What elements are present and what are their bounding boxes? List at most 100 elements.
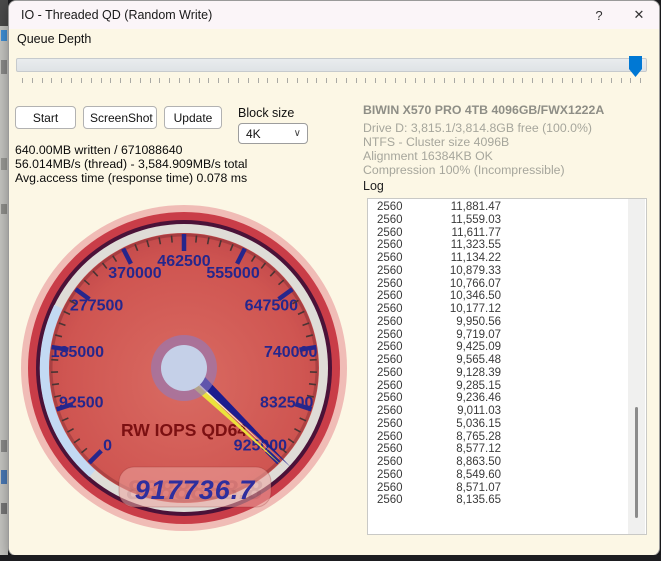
log-queue-depth: 2560: [377, 481, 403, 494]
drive-model: BIWIN X570 PRO 4TB 4096GB/FWX1222A: [363, 103, 605, 117]
log-row[interactable]: 2560 9,236.46: [368, 392, 628, 405]
log-row[interactable]: 2560 9,565.48: [368, 354, 628, 367]
background-window-edge: [0, 0, 8, 561]
queue-depth-slider-thumb[interactable]: [629, 56, 642, 77]
close-button[interactable]: ✕: [619, 1, 659, 29]
gauge-minor-tick: [308, 382, 317, 386]
title-bar: IO - Threaded QD (Random Write) ? ✕: [9, 1, 659, 29]
background-fragment: [0, 0, 8, 26]
log-queue-depth: 2560: [377, 277, 403, 290]
gauge-minor-tick: [51, 382, 60, 386]
log-iops-value: 11,881.47: [450, 201, 501, 213]
block-size-label: Block size: [238, 106, 295, 120]
log-label: Log: [363, 179, 384, 193]
log-iops-value: 8,863.50: [456, 456, 501, 468]
log-iops-value: 10,766.07: [449, 277, 501, 290]
log-iops-value: 8,549.60: [456, 468, 501, 481]
log-row[interactable]: 2560 9,285.15: [368, 380, 628, 393]
log-row[interactable]: 2560 11,611.77: [368, 227, 628, 240]
gauge-scale-label: 277500: [70, 298, 123, 315]
log-queue-depth: 2560: [377, 494, 403, 507]
log-queue-depth: 2560: [377, 430, 403, 443]
log-queue-depth: 2560: [377, 264, 403, 277]
log-iops-value: 11,323.55: [450, 239, 501, 252]
background-fragment: [1, 470, 7, 484]
gauge-minor-tick: [195, 235, 198, 243]
log-iops-value: 9,011.03: [457, 405, 501, 417]
log-row[interactable]: 2560 5,036.15: [368, 418, 628, 431]
log-row[interactable]: 2560 11,323.55: [368, 239, 628, 252]
log-row[interactable]: 2560 10,879.33: [368, 265, 628, 278]
log-row[interactable]: 2560 9,719.07: [368, 329, 628, 342]
gauge-hub: [161, 345, 207, 391]
log-queue-depth: 2560: [377, 201, 403, 213]
drive-alignment: Alignment 16384KB OK: [363, 149, 493, 163]
log-row[interactable]: 2560 8,863.50: [368, 456, 628, 469]
log-iops-value: 9,425.09: [456, 341, 501, 354]
log-iops-value: 11,611.77: [451, 226, 501, 239]
window-title: IO - Threaded QD (Random Write): [21, 8, 213, 22]
log-queue-depth: 2560: [377, 252, 403, 264]
log-row[interactable]: 2560 9,425.09: [368, 341, 628, 354]
chevron-down-icon: ∨: [293, 128, 301, 139]
log-iops-value: 11,134.22: [450, 252, 501, 264]
screenshot-button[interactable]: ScreenShot: [83, 106, 157, 129]
background-fragment: [1, 503, 7, 514]
dialog-window: IO - Threaded QD (Random Write) ? ✕ Queu…: [8, 0, 660, 556]
scrollbar-thumb[interactable]: [635, 407, 638, 518]
log-row[interactable]: 2560 11,134.22: [368, 252, 628, 265]
log-queue-depth: 2560: [377, 456, 403, 468]
log-iops-value: 9,128.39: [456, 366, 501, 379]
log-iops-value: 5,036.15: [456, 417, 501, 430]
log-queue-depth: 2560: [377, 303, 403, 315]
log-scrollbar[interactable]: [628, 199, 645, 534]
log-queue-depth: 2560: [377, 443, 403, 456]
log-row[interactable]: 2560 8,765.28: [368, 431, 628, 444]
gauge-minor-tick: [170, 235, 173, 243]
log-list[interactable]: 2560 11,881.47 2560 11,559.03 2560 11,611.77 2…: [367, 198, 647, 535]
log-iops-value: 10,346.50: [449, 290, 501, 303]
gauge-scale-label: 0: [103, 437, 112, 454]
log-iops-value: 9,236.46: [456, 392, 501, 405]
log-row[interactable]: 2560 10,177.12: [368, 303, 628, 316]
gauge-scale-label: 555000: [206, 265, 259, 282]
block-size-select[interactable]: 4K ∨: [238, 123, 308, 144]
gauge-scale-label: 370000: [108, 265, 161, 282]
log-row[interactable]: 2560 9,128.39: [368, 367, 628, 380]
log-row[interactable]: 2560 9,950.56: [368, 316, 628, 329]
log-row[interactable]: 2560 8,135.65: [368, 494, 628, 507]
slider-ticks: [22, 78, 642, 83]
log-row[interactable]: 2560 10,766.07: [368, 278, 628, 291]
drive-capacity: Drive D: 3,815.1/3,814.8GB free (100.0%): [363, 121, 592, 135]
log-iops-value: 8,577.12: [456, 443, 501, 456]
log-rows: 2560 11,881.47 2560 11,559.03 2560 11,611.77 2…: [368, 201, 628, 507]
stat-written: 640.00MB written / 671088640: [15, 143, 183, 157]
log-iops-value: 11,559.03: [450, 213, 501, 226]
stat-access-time: Avg.access time (response time) 0.078 ms: [15, 171, 248, 186]
log-queue-depth: 2560: [377, 226, 403, 239]
log-row[interactable]: 2560 9,011.03: [368, 405, 628, 418]
log-row[interactable]: 2560 8,571.07: [368, 482, 628, 495]
client-area: Queue Depth Start ScreenShot Update Bloc…: [9, 29, 659, 555]
gauge-scale-label: 92500: [59, 394, 104, 411]
drive-compression: Compression 100% (Incompressible): [363, 163, 565, 177]
log-iops-value: 8,765.28: [456, 430, 501, 443]
log-iops-value: 10,879.33: [449, 264, 501, 277]
update-button[interactable]: Update: [164, 106, 222, 129]
log-queue-depth: 2560: [377, 315, 403, 328]
log-queue-depth: 2560: [377, 328, 403, 341]
log-row[interactable]: 2560 11,881.47: [368, 201, 628, 214]
start-button[interactable]: Start: [15, 106, 76, 129]
log-row[interactable]: 2560 10,346.50: [368, 290, 628, 303]
log-row[interactable]: 2560 8,577.12: [368, 443, 628, 456]
queue-depth-slider-track[interactable]: [16, 58, 647, 72]
help-button[interactable]: ?: [579, 1, 619, 29]
log-iops-value: 9,285.15: [456, 379, 501, 392]
log-row[interactable]: 2560 8,549.60: [368, 469, 628, 482]
log-iops-value: 8,571.07: [456, 481, 501, 494]
queue-depth-label: Queue Depth: [17, 32, 92, 46]
log-queue-depth: 2560: [377, 379, 403, 392]
log-queue-depth: 2560: [377, 405, 403, 417]
log-row[interactable]: 2560 11,559.03: [368, 214, 628, 227]
log-iops-value: 8,135.65: [456, 494, 501, 507]
